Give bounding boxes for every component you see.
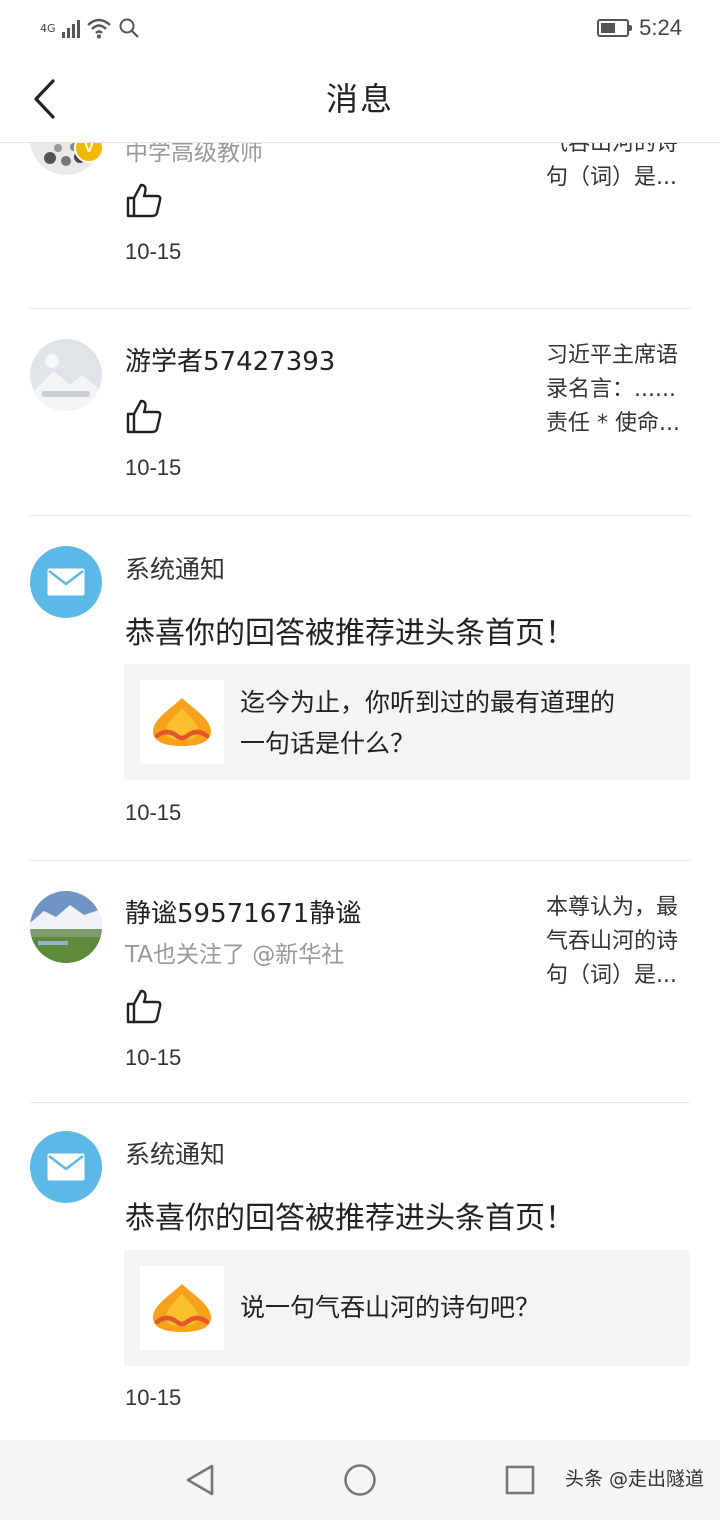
list-item[interactable]: 系统通知 恭喜你的回答被推荐进头条首页！ 说一句气吞山河的诗句吧？ 10-15 (0, 1103, 720, 1440)
status-bar: 4G 5:24 (0, 0, 720, 56)
snippet-line: 句（词）是... (546, 963, 677, 988)
home-circle-icon (344, 1464, 376, 1496)
page-title: 消息 (325, 80, 394, 118)
toutiao-logo-icon (152, 698, 212, 746)
content-snippet[interactable]: 气吞山河的诗 句（词）是... (546, 143, 692, 195)
list-item[interactable]: 系统通知 恭喜你的回答被推荐进头条首页！ 迄今为止，你听到过的最有道理的 一句话… (0, 516, 720, 860)
recents-square-icon (505, 1465, 535, 1495)
message-list[interactable]: V 中学高级教师 10-15 气吞山河的诗 句（词）是... 游学者574273… (0, 143, 720, 1440)
system-avatar (30, 546, 102, 618)
page-header: 消息 (0, 56, 720, 143)
list-item[interactable]: 游学者57427393 10-15 习近平主席语 录名言：...... 责任 *… (0, 309, 720, 515)
signal-icon (61, 18, 80, 38)
user-name[interactable]: 游学者57427393 (125, 341, 335, 378)
notification-title: 恭喜你的回答被推荐进头条首页！ (125, 1201, 575, 1236)
message-date: 10-15 (125, 239, 182, 264)
snippet-line: 责任 * 使命... (546, 411, 680, 436)
status-right: 5:24 (597, 12, 682, 44)
status-time: 5:24 (639, 15, 682, 40)
message-date: 10-15 (125, 1385, 182, 1410)
card-text: 迄今为止，你听到过的最有道理的 一句话是什么？ (240, 682, 670, 764)
question-card[interactable]: 说一句气吞山河的诗句吧？ (124, 1250, 690, 1366)
user-title: 中学高级教师 (125, 143, 263, 166)
message-date: 10-15 (125, 1045, 182, 1070)
content-snippet[interactable]: 本尊认为，最 气吞山河的诗 句（词）是... (546, 891, 692, 993)
system-label: 系统通知 (125, 1140, 226, 1169)
content-snippet[interactable]: 习近平主席语 录名言：...... 责任 * 使命... (546, 339, 692, 441)
search-icon (119, 18, 139, 38)
battery-icon (597, 19, 633, 37)
toutiao-logo-thumb (140, 1266, 224, 1350)
snippet-line: 句（词）是... (546, 165, 677, 190)
wifi-icon (86, 18, 111, 39)
thumbs-up-icon[interactable] (125, 181, 163, 219)
user-name[interactable]: 静谧59571671静谧 (125, 893, 361, 930)
battery-level (601, 23, 616, 33)
toutiao-logo-icon (152, 1284, 212, 1332)
snippet-line: 本尊认为，最 (546, 895, 679, 920)
card-text: 说一句气吞山河的诗句吧？ (240, 1287, 670, 1328)
card-text-line: 一句话是什么？ (240, 729, 416, 758)
network-type: 4G (40, 21, 56, 35)
snippet-line: 习近平主席语 (546, 343, 679, 368)
toutiao-logo-thumb (140, 680, 224, 764)
system-nav-bar: 头条 @走出隧道 (0, 1440, 720, 1520)
message-date: 10-15 (125, 800, 182, 825)
question-card[interactable]: 迄今为止，你听到过的最有道理的 一句话是什么？ (124, 664, 690, 780)
snippet-line: 录名言：...... (546, 377, 676, 402)
snippet-line: 气吞山河的诗 (546, 143, 679, 156)
avatar[interactable] (30, 891, 102, 963)
back-triangle-icon (186, 1464, 214, 1496)
app-screen: 4G 5:24 消息 V 中学高级教师 10-15 气吞山河的诗 句（词）是..… (0, 0, 720, 1520)
nav-recents-button[interactable] (500, 1460, 540, 1500)
card-text-line: 说一句气吞山河的诗句吧？ (240, 1293, 541, 1322)
nav-home-button[interactable] (340, 1460, 380, 1500)
list-item[interactable]: 静谧59571671静谧 TA也关注了 @新华社 10-15 本尊认为，最 气吞… (0, 861, 720, 1102)
snippet-line: 气吞山河的诗 (546, 929, 679, 954)
card-text-line: 迄今为止，你听到过的最有道理的 (240, 688, 616, 717)
watermark: 头条 @走出隧道 (564, 1468, 704, 1490)
follow-hint: TA也关注了 @新华社 (125, 942, 345, 968)
message-date: 10-15 (125, 455, 182, 480)
nav-back-button[interactable] (180, 1460, 220, 1500)
list-item[interactable]: V 中学高级教师 10-15 气吞山河的诗 句（词）是... (0, 143, 720, 309)
notification-title: 恭喜你的回答被推荐进头条首页！ (125, 616, 575, 651)
mail-icon (47, 1153, 85, 1181)
thumbs-up-icon[interactable] (125, 397, 163, 435)
system-label: 系统通知 (125, 555, 226, 584)
system-avatar (30, 1131, 102, 1203)
status-left: 4G (40, 14, 140, 42)
avatar[interactable] (30, 339, 102, 411)
thumbs-up-icon[interactable] (125, 987, 163, 1025)
mail-icon (47, 568, 85, 596)
